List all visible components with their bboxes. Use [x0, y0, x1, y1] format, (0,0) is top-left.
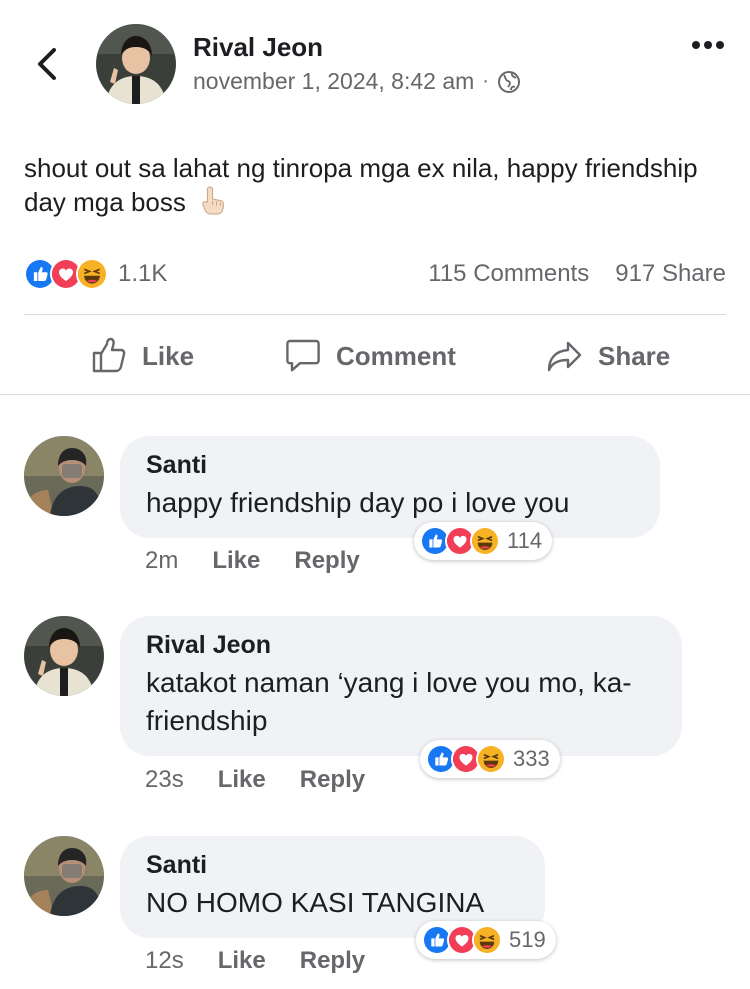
reaction-count: 1.1K — [118, 260, 168, 287]
back-arrow-icon[interactable] — [30, 44, 64, 84]
commenter-avatar[interactable] — [24, 836, 104, 916]
reaction-count: 519 — [509, 927, 546, 952]
comment-reply-button[interactable]: Reply — [300, 947, 365, 975]
haha-icon — [76, 258, 108, 290]
comment-like-button[interactable]: Like — [212, 547, 260, 575]
share-arrow-icon — [547, 341, 582, 372]
post-author-name[interactable]: Rival Jeon — [193, 32, 323, 63]
like-label: Like — [142, 340, 195, 371]
post-timestamp[interactable]: november 1, 2024, 8:42 am — [193, 68, 474, 95]
comment-actions: 12s Like Reply — [145, 947, 365, 975]
author-avatar[interactable] — [96, 24, 176, 104]
comments-count[interactable]: 115 Comments — [428, 260, 589, 288]
comment-label: Comment — [336, 340, 456, 371]
comment-author[interactable]: Santi — [146, 450, 634, 480]
more-options-icon[interactable] — [690, 38, 726, 52]
comment-author[interactable]: Santi — [146, 850, 519, 880]
post-stats: 115 Comments 917 Share — [428, 260, 726, 288]
thumbs-up-icon — [92, 337, 126, 373]
comment-like-button[interactable]: Like — [218, 947, 266, 975]
haha-icon — [472, 925, 502, 955]
shares-count[interactable]: 917 Share — [615, 260, 726, 288]
meta-separator: · — [482, 70, 489, 92]
haha-icon — [470, 526, 500, 556]
post-text: shout out sa lahat ng tinropa mga ex nil… — [24, 153, 698, 217]
comment-reply-button[interactable]: Reply — [294, 547, 359, 575]
reaction-count: 333 — [513, 746, 550, 771]
comment-button[interactable]: Comment — [284, 334, 456, 378]
commenter-avatar[interactable] — [24, 616, 104, 696]
comment-bubble: Santi happy friendship day po i love you — [120, 436, 660, 538]
comment-reactions[interactable]: 114 — [414, 522, 553, 560]
divider — [0, 394, 750, 395]
comment-text: happy friendship day po i love you — [146, 487, 570, 518]
comment-time: 12s — [145, 947, 184, 974]
post-meta: november 1, 2024, 8:42 am · — [193, 68, 521, 95]
speech-bubble-icon — [286, 339, 320, 372]
comment-text: NO HOMO KASI TANGINA — [146, 887, 485, 918]
comment-actions: 2m Like Reply — [145, 547, 360, 575]
reaction-count: 114 — [507, 528, 543, 553]
divider — [24, 314, 726, 315]
comment-time: 23s — [145, 766, 184, 793]
share-label: Share — [598, 340, 671, 371]
post-body: shout out sa lahat ng tinropa mga ex nil… — [24, 152, 714, 219]
comment-text: katakot naman ‘yang i love you mo, ka-fr… — [146, 667, 632, 736]
comment-actions: 23s Like Reply — [145, 766, 365, 794]
like-button[interactable]: Like — [90, 334, 194, 378]
comment-reactions[interactable]: 333 — [420, 740, 560, 778]
reaction-summary[interactable]: 1.1K — [24, 258, 167, 290]
comment-author[interactable]: Rival Jeon — [146, 630, 656, 660]
comment-like-button[interactable]: Like — [218, 766, 266, 794]
globe-icon — [497, 70, 520, 93]
comment-reply-button[interactable]: Reply — [300, 766, 365, 794]
pointing-up-emoji-icon — [202, 186, 225, 215]
haha-icon — [476, 744, 506, 774]
comment-reactions[interactable]: 519 — [416, 921, 556, 959]
commenter-avatar[interactable] — [24, 436, 104, 516]
share-button[interactable]: Share — [546, 334, 670, 378]
comment-bubble: Rival Jeon katakot naman ‘yang i love yo… — [120, 616, 682, 756]
comment-time: 2m — [145, 547, 179, 574]
